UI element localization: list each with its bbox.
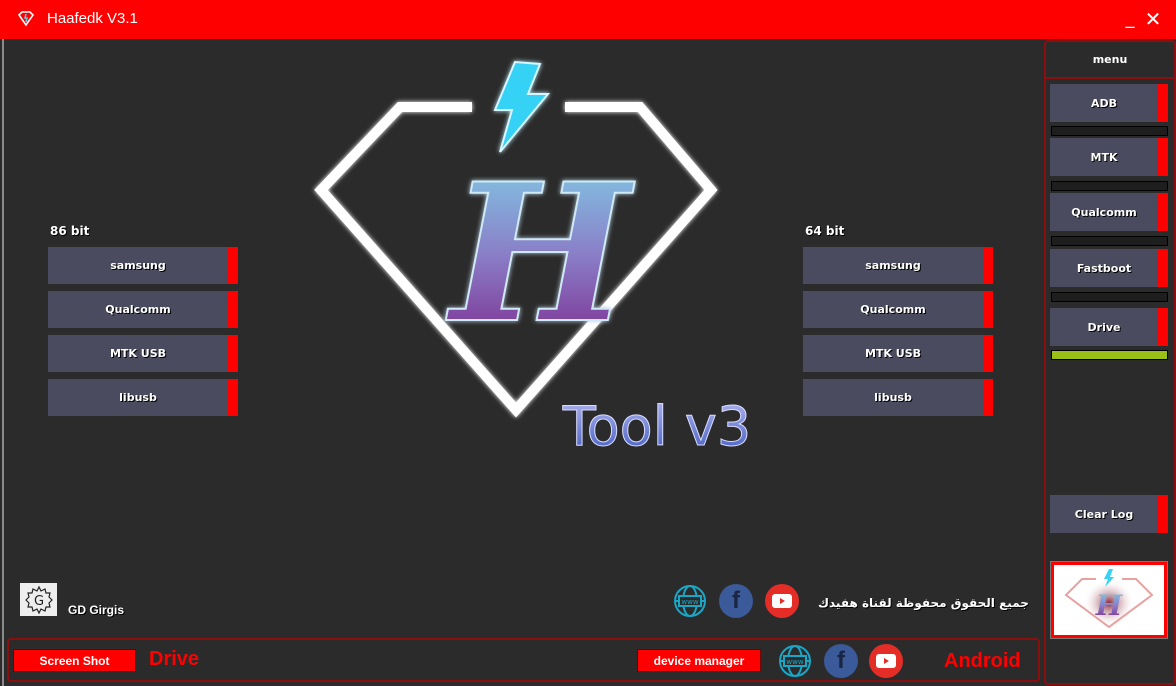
adb-progress-bar	[1051, 126, 1168, 136]
86bit-samsung-button[interactable]: samsung	[48, 247, 238, 284]
sidebar-item-fastboot[interactable]: Fastboot	[1050, 249, 1168, 287]
minimize-button[interactable]: _	[1120, 6, 1140, 32]
www-globe-icon[interactable]: www	[778, 644, 812, 678]
youtube-icon[interactable]	[765, 584, 799, 618]
svg-text:H: H	[1095, 589, 1124, 622]
sidebar-menu: menu ADB MTK Qualcomm Fastboot Drive Cle…	[1044, 40, 1176, 685]
menu-title: menu	[1046, 42, 1174, 79]
logo-thumbnail: H	[1050, 561, 1168, 639]
sidebar-item-qualcomm[interactable]: Qualcomm	[1050, 193, 1168, 231]
facebook-icon[interactable]: f	[719, 584, 753, 618]
sidebar-item-adb[interactable]: ADB	[1050, 84, 1168, 122]
86bit-mtk-usb-button[interactable]: MTK USB	[48, 335, 238, 372]
facebook-icon[interactable]: f	[824, 644, 858, 678]
logo-tool-text: Tool v3	[562, 395, 751, 458]
64bit-samsung-button[interactable]: samsung	[803, 247, 993, 284]
h-letter-logo: H	[444, 141, 636, 366]
drive-progress-bar	[1051, 350, 1168, 360]
64bit-libusb-button[interactable]: libusb	[803, 379, 993, 416]
sidebar-item-drive[interactable]: Drive	[1050, 308, 1168, 346]
64bit-qualcomm-button[interactable]: Qualcomm	[803, 291, 993, 328]
www-globe-icon[interactable]: www	[673, 584, 707, 618]
clear-log-button[interactable]: Clear Log	[1050, 495, 1168, 533]
86bit-libusb-button[interactable]: libusb	[48, 379, 238, 416]
window-title: Haafedk V3.1	[47, 10, 138, 27]
drive-label: Drive	[149, 648, 200, 670]
fastboot-progress-bar	[1051, 292, 1168, 302]
title-bar: Haafedk V3.1 _ ✕	[0, 0, 1176, 39]
svg-text:www: www	[681, 598, 698, 606]
svg-text:www: www	[786, 658, 803, 666]
svg-text:G: G	[33, 594, 43, 609]
screen-shot-button[interactable]: Screen Shot	[13, 649, 136, 672]
haafedk-logo: H Tool v3	[300, 50, 780, 470]
qualcomm-progress-bar	[1051, 236, 1168, 246]
86-bit-label: 86 bit	[50, 224, 90, 238]
device-manager-button[interactable]: device manager	[637, 649, 761, 672]
close-button[interactable]: ✕	[1142, 6, 1164, 32]
sidebar-item-mtk[interactable]: MTK	[1050, 138, 1168, 176]
android-label: Android	[944, 650, 1021, 672]
copyright-text: جميع الحقوق محفوظة لقناة هفيدك	[818, 596, 1029, 610]
86bit-qualcomm-button[interactable]: Qualcomm	[48, 291, 238, 328]
author-name: GD Girgis	[68, 603, 125, 617]
mtk-progress-bar	[1051, 181, 1168, 191]
diamond-logo-icon	[16, 9, 36, 29]
youtube-icon[interactable]	[869, 644, 903, 678]
gear-g-icon[interactable]: G	[20, 583, 57, 616]
64-bit-label: 64 bit	[805, 224, 845, 238]
svg-text:H: H	[445, 142, 635, 365]
64bit-mtk-usb-button[interactable]: MTK USB	[803, 335, 993, 372]
lightning-bolt-icon	[493, 60, 551, 153]
